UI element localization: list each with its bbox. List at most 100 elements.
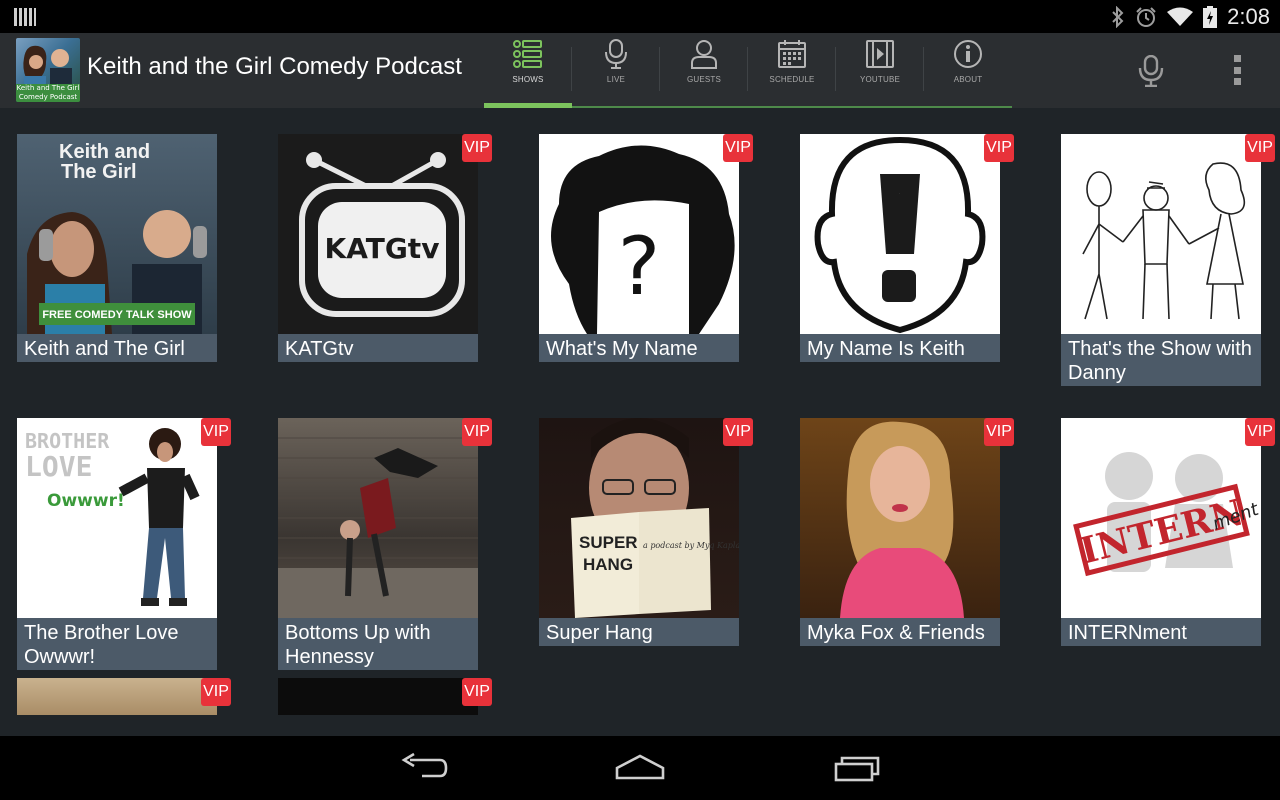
- app-logo[interactable]: Keith and The Girl Comedy Podcast: [16, 38, 80, 102]
- tab-label: SCHEDULE: [769, 75, 815, 84]
- vip-badge: VIP: [723, 134, 753, 162]
- tab-label: SHOWS: [512, 75, 544, 84]
- show-title: INTERNment: [1061, 618, 1261, 646]
- vip-badge: VIP: [462, 418, 492, 446]
- curly-hair-silhouette-art: ?: [551, 145, 735, 334]
- show-artwork: ?: [539, 134, 739, 334]
- svg-text:?: ?: [618, 220, 660, 313]
- show-artwork: [1061, 134, 1261, 334]
- vip-badge: VIP: [984, 418, 1014, 446]
- tab-live[interactable]: LIVE: [572, 33, 660, 108]
- super-hang-art: SUPER HANG a podcast by Myq Kaplan: [571, 418, 739, 618]
- vip-badge: VIP: [1245, 418, 1275, 446]
- show-title: That's the Show with Danny: [1061, 334, 1261, 386]
- show-tile[interactable]: Keith and The Girl FREE COMEDY TALK SHOW…: [17, 134, 217, 362]
- vip-badge: VIP: [1245, 134, 1275, 162]
- wifi-icon: [1167, 7, 1194, 26]
- recents-icon[interactable]: [832, 750, 884, 786]
- show-artwork: Keith and The Girl FREE COMEDY TALK SHOW: [17, 134, 217, 334]
- tab-label: LIVE: [606, 75, 626, 84]
- tab-label: GUESTS: [686, 75, 722, 84]
- svg-text:a podcast by Myq Kaplan: a podcast by Myq Kaplan: [643, 541, 739, 550]
- microphone-icon[interactable]: [1136, 55, 1166, 87]
- breakdancer-photo-art: [278, 437, 478, 618]
- show-tile[interactable]: VIP Myka Fox & Friends: [800, 418, 1014, 646]
- action-bar: Keith and The Girl Comedy Podcast Keith …: [0, 33, 1280, 108]
- shows-grid: Keith and The Girl FREE COMEDY TALK SHOW…: [0, 108, 1280, 736]
- myka-fox-photo-art: [840, 421, 964, 618]
- show-tile[interactable]: VIP INTERN ment INTERNment: [1061, 418, 1275, 646]
- status-bar: 2:08: [0, 0, 1280, 33]
- show-tile[interactable]: VIP: [278, 678, 492, 715]
- show-title: The Brother Love Owwwr!: [17, 618, 217, 670]
- show-artwork: !: [800, 134, 1000, 334]
- svg-text:Keith and: Keith and: [59, 141, 150, 163]
- clock: 2:08: [1227, 4, 1270, 29]
- svg-text:HANG: HANG: [583, 555, 633, 574]
- vip-badge: VIP: [984, 134, 1014, 162]
- show-title: Keith and The Girl: [17, 334, 217, 362]
- show-artwork: [800, 418, 1000, 618]
- show-tile[interactable]: VIP Bottoms Up with Hennessy: [278, 418, 492, 670]
- tab-schedule[interactable]: SCHEDULE: [748, 33, 836, 108]
- tab-guests[interactable]: GUESTS: [660, 33, 748, 108]
- svg-text:LOVE: LOVE: [25, 450, 92, 483]
- back-icon[interactable]: [400, 750, 448, 786]
- tv-logo-art: KATGtv: [299, 152, 465, 317]
- bluetooth-icon: [1112, 6, 1124, 28]
- show-tile[interactable]: VIP That's the Show with Danny: [1061, 134, 1275, 386]
- vip-badge: VIP: [723, 418, 753, 446]
- show-tile[interactable]: VIP BROTHER LOVE Owwwr! The Brother Love…: [17, 418, 231, 670]
- list-icon: [513, 40, 542, 68]
- vip-badge: VIP: [462, 678, 492, 706]
- show-tile[interactable]: VIP KATGtv KATGtv: [278, 134, 492, 362]
- show-artwork: [278, 418, 478, 618]
- svg-text:Owwwr!: Owwwr!: [47, 491, 125, 511]
- vip-badge: VIP: [201, 418, 231, 446]
- bald-head-exclamation-art: !: [814, 136, 986, 334]
- show-title: Myka Fox & Friends: [800, 618, 1000, 646]
- home-icon[interactable]: [614, 750, 666, 786]
- info-icon: [954, 40, 982, 68]
- tab-label: ABOUT: [953, 75, 983, 84]
- show-art: Keith and The Girl FREE COMEDY TALK SHOW: [27, 141, 207, 334]
- logo-caption: Keith and The Girl Comedy Podcast: [16, 84, 80, 102]
- show-artwork: SUPER HANG a podcast by Myq Kaplan: [539, 418, 739, 618]
- show-tile[interactable]: VIP: [17, 678, 231, 715]
- logo-art: [23, 45, 72, 84]
- tab-youtube[interactable]: YOUTUBE: [836, 33, 924, 108]
- show-artwork: [17, 678, 217, 715]
- show-tile[interactable]: VIP ! My Name Is Keith: [800, 134, 1014, 362]
- tab-bar: SHOWS LIVE GUESTS SCHEDULE YOUTUBE ABOUT: [484, 33, 1012, 108]
- show-artwork: INTERN ment: [1061, 418, 1261, 618]
- microphone-icon: [605, 39, 627, 69]
- battery-icon: [1203, 6, 1218, 28]
- show-title: What's My Name: [539, 334, 739, 362]
- svg-text:FREE COMEDY TALK SHOW: FREE COMEDY TALK SHOW: [42, 309, 192, 321]
- tab-shows[interactable]: SHOWS: [484, 33, 572, 108]
- show-artwork: [278, 678, 478, 715]
- navigation-bar: [0, 736, 1280, 800]
- person-icon: [691, 40, 717, 69]
- internment-art: INTERN ment: [1073, 452, 1261, 577]
- tab-label: YOUTUBE: [859, 75, 901, 84]
- show-artwork: BROTHER LOVE Owwwr!: [17, 418, 217, 618]
- svg-text:The Girl: The Girl: [61, 161, 137, 183]
- tab-about[interactable]: ABOUT: [924, 33, 1012, 108]
- show-artwork: KATGtv: [278, 134, 478, 334]
- show-title: Super Hang: [539, 618, 739, 646]
- barcode-notification-icon: [14, 8, 36, 26]
- svg-text:KATGtv: KATGtv: [325, 232, 440, 265]
- svg-text:SUPER: SUPER: [579, 533, 638, 552]
- stick-figures-drawing-art: [1082, 162, 1246, 320]
- app-root: 2:08 Keith and The Girl Comedy Podcast K…: [0, 0, 1280, 800]
- overflow-menu-icon[interactable]: [1232, 55, 1242, 85]
- calendar-icon: [778, 40, 806, 68]
- vip-badge: VIP: [462, 134, 492, 162]
- vip-badge: VIP: [201, 678, 231, 706]
- show-title: KATGtv: [278, 334, 478, 362]
- show-tile[interactable]: VIP ? What's My Name: [539, 134, 753, 362]
- app-title: Keith and the Girl Comedy Podcast: [87, 53, 462, 80]
- show-tile[interactable]: VIP SUPER HANG a podcast by Myq Kaplan S…: [539, 418, 753, 646]
- film-icon: [866, 40, 894, 68]
